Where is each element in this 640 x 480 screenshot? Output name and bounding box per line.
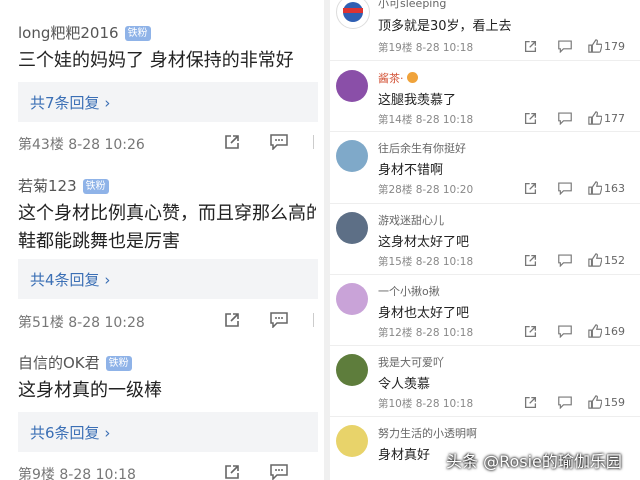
share-icon[interactable]	[524, 112, 537, 125]
like-count: 159	[604, 396, 625, 409]
share-icon[interactable]	[224, 134, 240, 150]
share-icon[interactable]	[224, 464, 240, 480]
comment-icon[interactable]	[270, 464, 288, 480]
avatar[interactable]	[336, 0, 370, 29]
comment-icon[interactable]	[270, 134, 288, 150]
comment-meta: 第51楼 8-28 10:28	[18, 315, 145, 331]
replies-label[interactable]: 共7条回复	[30, 94, 100, 112]
share-icon[interactable]	[524, 325, 537, 338]
comment-meta: 第12楼 8-28 10:18	[378, 327, 474, 339]
comment-item: 我是大可爱吖 令人羡慕 第10楼 8-28 10:18 159	[330, 345, 640, 417]
comment-username[interactable]: 若菊123 铁粉	[18, 175, 109, 196]
chevron-right-icon: ›	[104, 271, 111, 289]
like-icon-edge	[313, 135, 314, 149]
comment-username[interactable]: 自信的OK君 铁粉	[18, 352, 132, 373]
emoji-icon	[407, 72, 418, 83]
username-text[interactable]: 若菊123	[18, 177, 77, 195]
comment-meta: 第14楼 8-28 10:18	[378, 114, 474, 126]
comment-item: 若菊123 铁粉 这个身材比例真心赞，而且穿那么高的 鞋都能跳舞也是厉害 共4条回…	[0, 165, 318, 345]
username-text[interactable]: long粑粑2016	[18, 24, 119, 42]
thumbs-up-icon[interactable]	[588, 253, 602, 267]
comment-text: 身材真好	[378, 448, 431, 463]
fan-badge: 铁粉	[82, 179, 109, 194]
replies-button[interactable]: 共4条回复 ›	[18, 259, 318, 299]
share-icon[interactable]	[524, 396, 537, 409]
comment-icon[interactable]	[558, 182, 572, 195]
comment-meta: 第9楼 8-28 10:18	[18, 467, 136, 480]
thumbs-up-icon[interactable]	[588, 111, 602, 125]
comment-item: 一个小揪o揪 身材也太好了吧 第12楼 8-28 10:18 169	[330, 274, 640, 346]
comment-username[interactable]: 酱茶·	[378, 70, 418, 86]
comment-username[interactable]: 努力生活的小透明啊	[378, 425, 477, 441]
comment-username[interactable]: 小可sleeping	[378, 0, 446, 11]
comment-text: 这身材太好了吧	[378, 235, 470, 250]
comment-text: 顶多就是30岁，看上去	[378, 19, 512, 34]
like-count: 177	[604, 112, 625, 125]
comment-item: long粑粑2016 铁粉 三个娃的妈妈了 身材保持的非常好 共7条回复 › 第4…	[0, 0, 318, 170]
comment-text-line-2: 鞋都能跳舞也是厉害	[18, 231, 180, 252]
like-count: 152	[604, 254, 625, 267]
fan-badge: 铁粉	[124, 26, 151, 41]
thumbs-up-icon[interactable]	[588, 324, 602, 338]
comment-username[interactable]: 往后余生有你挺好	[378, 140, 466, 156]
share-icon[interactable]	[224, 312, 240, 328]
fan-badge: 铁粉	[105, 356, 132, 371]
replies-button[interactable]: 共7条回复 ›	[18, 82, 318, 122]
replies-button[interactable]: 共6条回复 ›	[18, 412, 318, 452]
comment-meta: 第43楼 8-28 10:26	[18, 137, 145, 153]
share-icon[interactable]	[524, 40, 537, 53]
comment-icon[interactable]	[558, 112, 572, 125]
replies-label[interactable]: 共4条回复	[30, 271, 100, 289]
comment-text: 令人羡慕	[378, 377, 431, 392]
comment-text: 这腿我羡慕了	[378, 93, 457, 108]
thumbs-up-icon[interactable]	[588, 395, 602, 409]
avatar[interactable]	[336, 354, 368, 386]
like-count: 163	[604, 182, 625, 195]
comment-meta: 第28楼 8-28 10:20	[378, 184, 474, 196]
comment-text: 这身材真的一级棒	[18, 380, 162, 401]
comment-text: 身材不错啊	[378, 163, 444, 178]
comment-item: 游戏迷甜心儿 这身材太好了吧 第15楼 8-28 10:18 152	[330, 203, 640, 275]
comment-username[interactable]: 一个小揪o揪	[378, 283, 440, 299]
comment-username[interactable]: 我是大可爱吖	[378, 354, 444, 370]
comment-icon[interactable]	[270, 312, 288, 328]
share-icon[interactable]	[524, 254, 537, 267]
like-count: 179	[604, 40, 625, 53]
like-icon-edge	[313, 313, 314, 327]
comment-item: 酱茶· 这腿我羡慕了 第14楼 8-28 10:18 177	[330, 60, 640, 132]
watermark: 头条 @Rosie的瑜伽乐园	[446, 452, 622, 471]
comment-text: 身材也太好了吧	[378, 306, 470, 321]
username-text[interactable]: 酱茶·	[378, 72, 404, 85]
chevron-right-icon: ›	[104, 94, 111, 112]
avatar[interactable]	[336, 212, 368, 244]
comment-username[interactable]: long粑粑2016 铁粉	[18, 22, 151, 43]
share-icon[interactable]	[524, 182, 537, 195]
comment-text: 三个娃的妈妈了 身材保持的非常好	[18, 50, 294, 71]
comment-icon[interactable]	[558, 325, 572, 338]
avatar[interactable]	[336, 425, 368, 457]
comment-icon[interactable]	[558, 40, 572, 53]
comment-item: 往后余生有你挺好 身材不错啊 第28楼 8-28 10:20 163	[330, 132, 640, 204]
comment-text-line-1: 这个身材比例真心赞，而且穿那么高的	[18, 203, 316, 224]
comment-icon[interactable]	[558, 396, 572, 409]
right-comment-panel: 小可sleeping 顶多就是30岁，看上去 第19楼 8-28 10:18 1…	[324, 0, 640, 480]
comment-meta: 第10楼 8-28 10:18	[378, 398, 474, 410]
comment-username[interactable]: 游戏迷甜心儿	[378, 212, 444, 228]
comment-meta: 第15楼 8-28 10:18	[378, 256, 474, 268]
like-count: 169	[604, 325, 625, 338]
thumbs-up-icon[interactable]	[588, 181, 602, 195]
chevron-right-icon: ›	[104, 424, 111, 442]
replies-label[interactable]: 共6条回复	[30, 424, 100, 442]
left-comment-panel: long粑粑2016 铁粉 三个娃的妈妈了 身材保持的非常好 共7条回复 › 第4…	[0, 0, 318, 480]
comment-icon[interactable]	[558, 254, 572, 267]
thumbs-up-icon[interactable]	[588, 39, 602, 53]
avatar[interactable]	[336, 140, 368, 172]
username-text[interactable]: 自信的OK君	[18, 354, 100, 372]
comment-meta: 第19楼 8-28 10:18	[378, 42, 474, 54]
avatar[interactable]	[336, 283, 368, 315]
comment-item: 自信的OK君 铁粉 这身材真的一级棒 共6条回复 › 第9楼 8-28 10:18	[0, 340, 318, 480]
avatar[interactable]	[336, 70, 368, 102]
comment-item: 小可sleeping 顶多就是30岁，看上去 第19楼 8-28 10:18 1…	[330, 0, 640, 61]
